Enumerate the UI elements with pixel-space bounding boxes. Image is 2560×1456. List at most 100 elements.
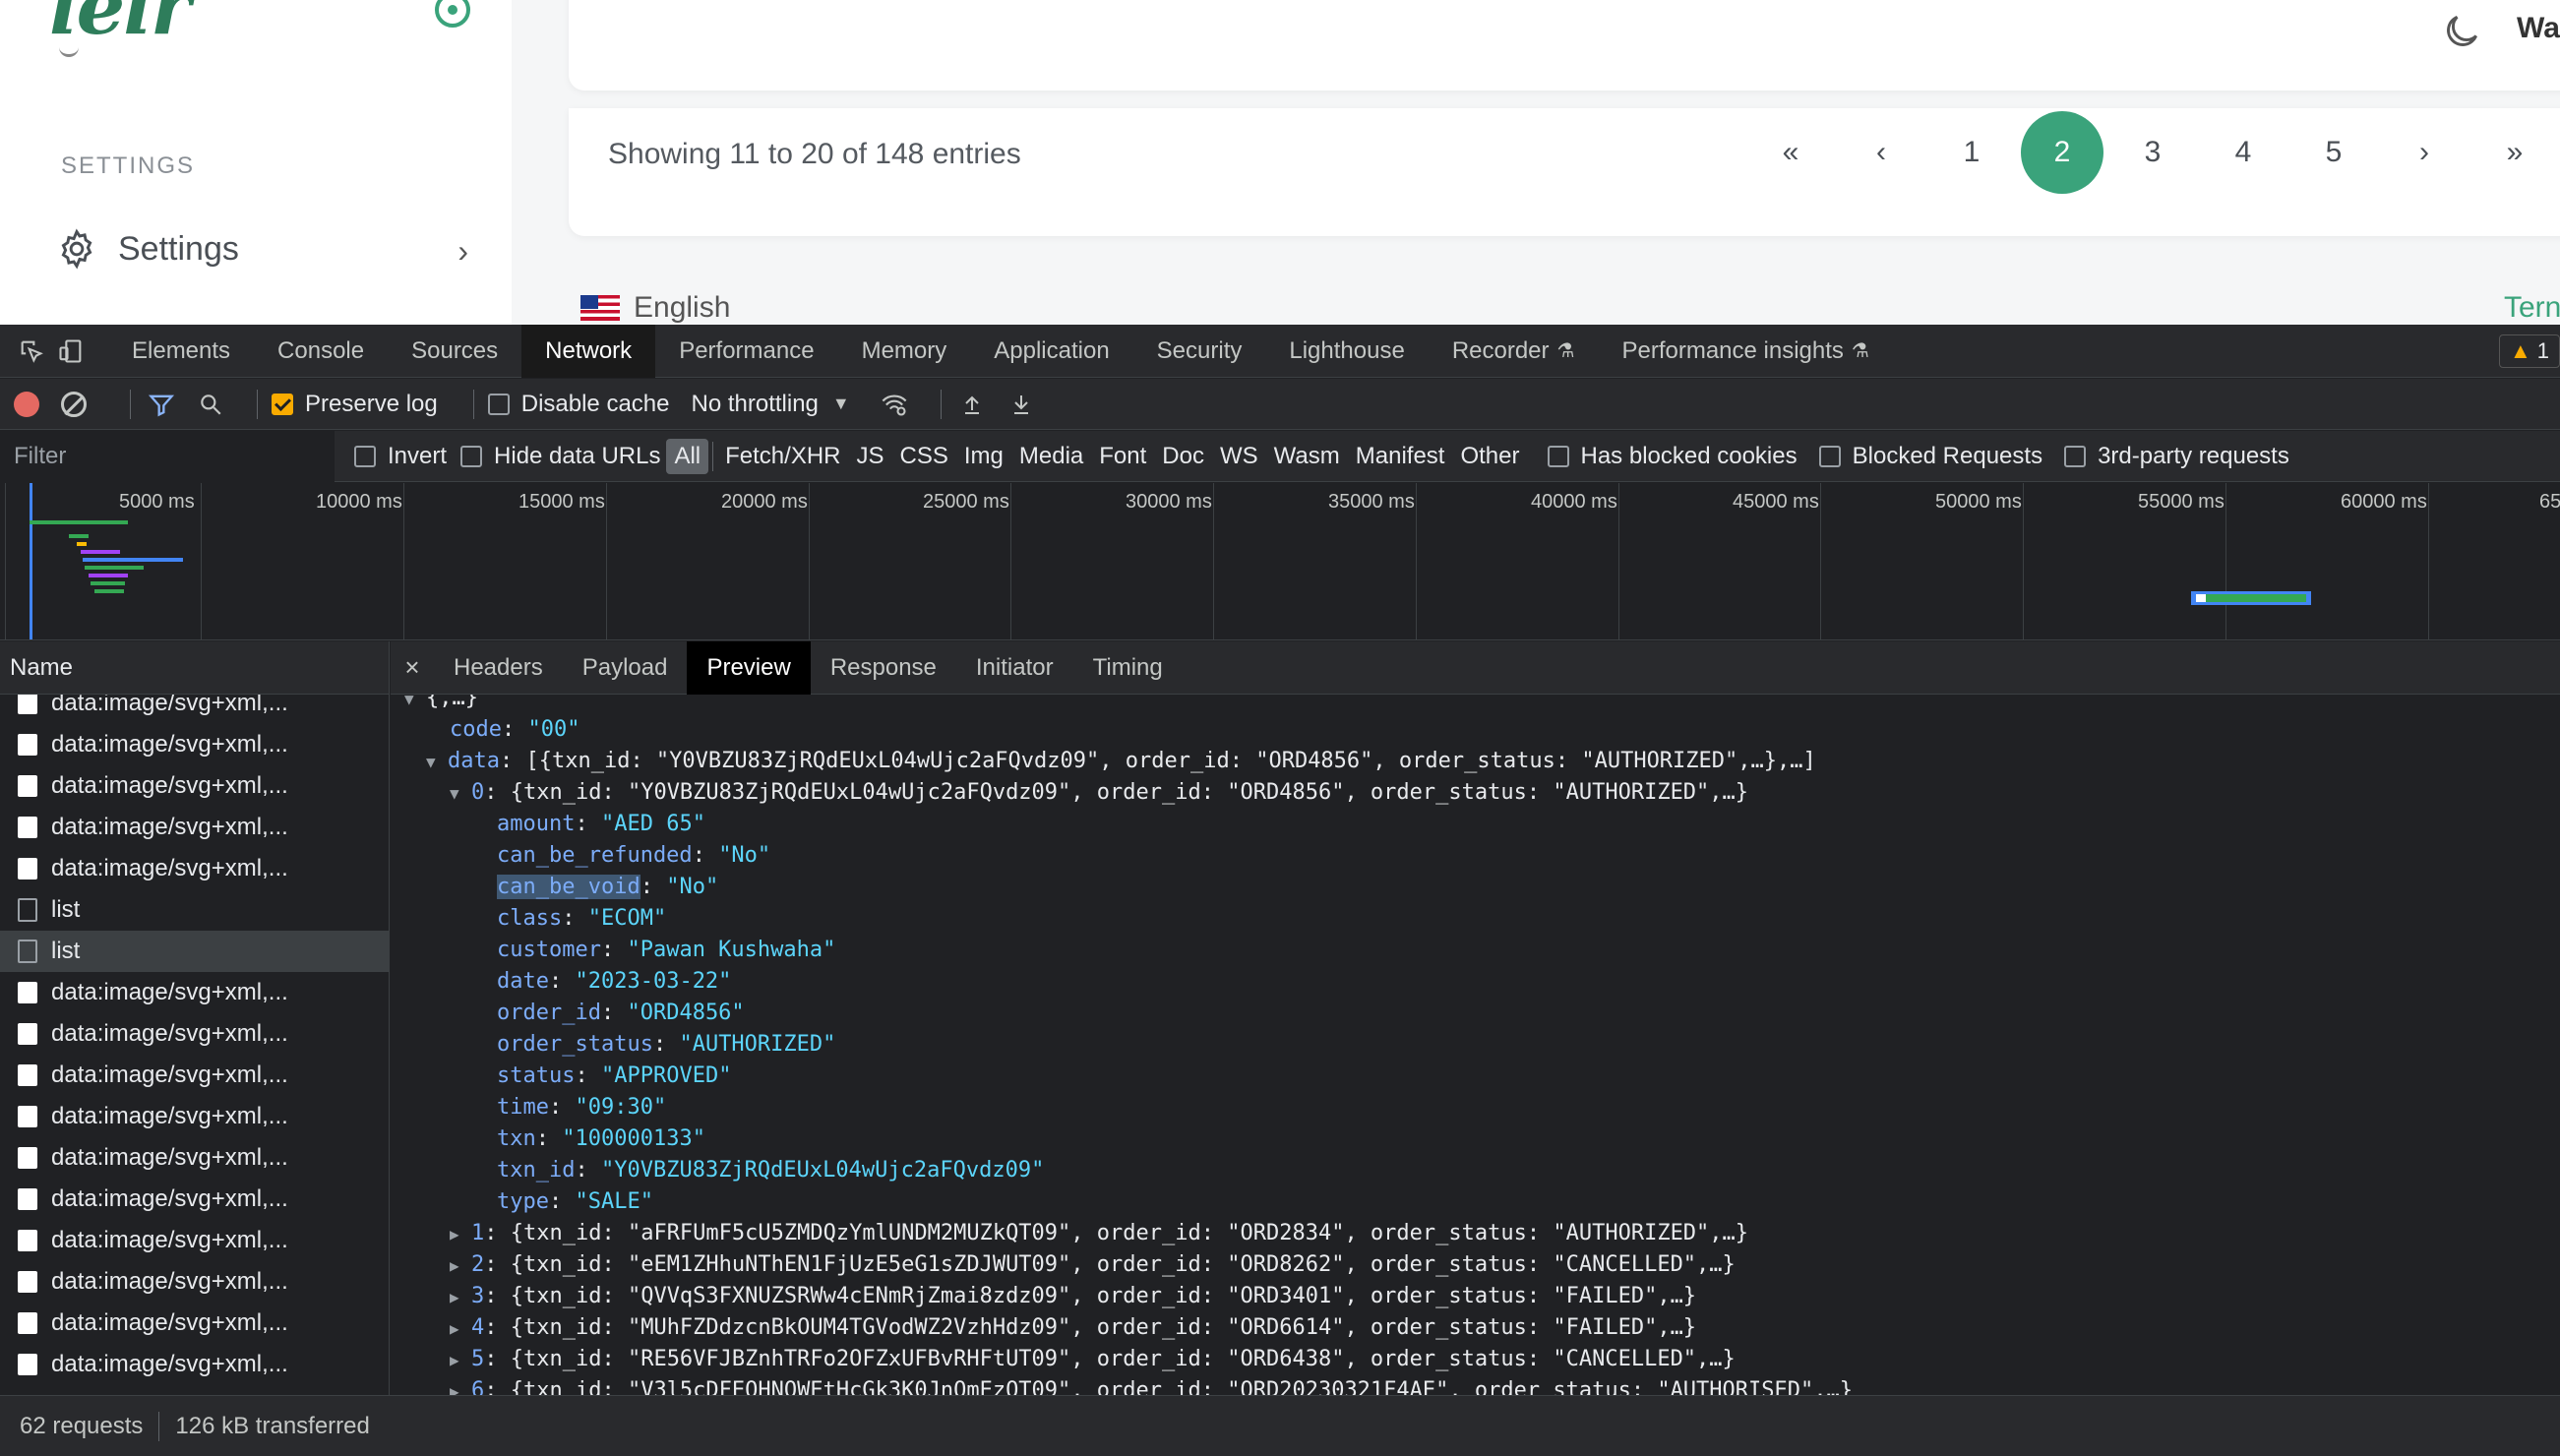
- tab-initiator[interactable]: Initiator: [956, 641, 1073, 695]
- type-filter-js[interactable]: JS: [849, 439, 892, 474]
- page-first-button[interactable]: «: [1749, 111, 1832, 194]
- type-filter-other[interactable]: Other: [1452, 439, 1527, 474]
- page-last-button[interactable]: »: [2473, 111, 2556, 194]
- hide-data-urls-checkbox[interactable]: [460, 445, 483, 467]
- type-filter-font[interactable]: Font: [1091, 439, 1154, 474]
- tab-console[interactable]: Console: [254, 325, 388, 378]
- json-row[interactable]: ▶ 1: {txn_id: "aFRFUmF5cU5ZMDQzYmlUNDM2MU…: [391, 1218, 2560, 1249]
- request-row[interactable]: data:image/svg+xml,...: [0, 807, 390, 848]
- blocked-cookies-checkbox[interactable]: [1547, 445, 1569, 467]
- request-row[interactable]: data:image/svg+xml,...: [0, 1096, 390, 1137]
- request-name: data:image/svg+xml,...: [51, 814, 288, 840]
- page-button-4[interactable]: 4: [2202, 111, 2285, 194]
- request-row[interactable]: data:image/svg+xml,...: [0, 724, 390, 765]
- filter-icon[interactable]: [145, 388, 178, 421]
- request-row[interactable]: list: [0, 931, 390, 972]
- tab-recorder[interactable]: Recorder ⚗: [1429, 325, 1599, 378]
- request-name: data:image/svg+xml,...: [51, 772, 288, 799]
- network-conditions-icon[interactable]: [878, 388, 911, 421]
- tab-payload[interactable]: Payload: [563, 641, 688, 695]
- export-har-icon[interactable]: [1005, 388, 1038, 421]
- page-button-2[interactable]: 2: [2021, 111, 2103, 194]
- request-row[interactable]: data:image/svg+xml,...: [0, 1179, 390, 1220]
- throttling-select[interactable]: No throttling: [691, 391, 818, 418]
- page-button-1[interactable]: 1: [1930, 111, 2013, 194]
- request-row[interactable]: data:image/svg+xml,...: [0, 1055, 390, 1096]
- tab-headers[interactable]: Headers: [434, 641, 563, 695]
- json-row[interactable]: ▶ 3: {txn_id: "QVVqS3FXNUZSRWw4cENmRjZmai…: [391, 1281, 2560, 1312]
- import-har-icon[interactable]: [955, 388, 989, 421]
- moon-icon[interactable]: [2440, 10, 2483, 53]
- json-root-row[interactable]: ▼ {,…}: [391, 695, 2560, 714]
- json-row[interactable]: ▼ data: [{txn_id: "Y0VBZU83ZjRQdEUxL04wUj…: [391, 746, 2560, 777]
- request-row[interactable]: data:image/svg+xml,...: [0, 1303, 390, 1344]
- tab-response[interactable]: Response: [811, 641, 956, 695]
- tab-security[interactable]: Security: [1133, 325, 1266, 378]
- request-row[interactable]: data:image/svg+xml,...: [0, 972, 390, 1013]
- json-row[interactable]: ▶ 4: {txn_id: "MUhFZDdzcnBkOUM4TGVodWZ2Vz…: [391, 1312, 2560, 1344]
- search-icon[interactable]: [194, 388, 227, 421]
- device-toolbar-icon[interactable]: [51, 332, 91, 371]
- disable-cache-checkbox[interactable]: [487, 393, 510, 415]
- blocked-requests-checkbox[interactable]: [1818, 445, 1841, 467]
- warnings-badge[interactable]: ▲ 1: [2499, 334, 2560, 368]
- page-button-3[interactable]: 3: [2111, 111, 2194, 194]
- filter-input[interactable]: [0, 430, 335, 482]
- network-overview-timeline[interactable]: 5000 ms 10000 ms 15000 ms 20000 ms 25000…: [0, 483, 2560, 640]
- tab-memory[interactable]: Memory: [838, 325, 971, 378]
- clear-icon[interactable]: [61, 391, 87, 417]
- type-filter-css[interactable]: CSS: [892, 439, 956, 474]
- sidebar-toggle-icon[interactable]: [435, 0, 470, 28]
- type-filter-fetch-xhr[interactable]: Fetch/XHR: [717, 439, 848, 474]
- tab-sources[interactable]: Sources: [388, 325, 521, 378]
- invert-checkbox[interactable]: [354, 445, 376, 467]
- sidebar-item-settings[interactable]: Settings ›: [55, 221, 468, 276]
- tab-preview[interactable]: Preview: [687, 640, 811, 695]
- tab-network[interactable]: Network: [521, 324, 656, 378]
- record-button[interactable]: [14, 391, 39, 417]
- tab-application[interactable]: Application: [970, 325, 1132, 378]
- user-name[interactable]: Wa: [2517, 12, 2560, 45]
- chevron-down-icon[interactable]: ▼: [832, 394, 850, 414]
- type-filter-wasm[interactable]: Wasm: [1266, 439, 1348, 474]
- third-party-checkbox[interactable]: [2064, 445, 2087, 467]
- terms-link[interactable]: Tern: [2504, 291, 2560, 325]
- tab-performance[interactable]: Performance: [655, 325, 837, 378]
- type-filter-media[interactable]: Media: [1011, 439, 1091, 474]
- request-row[interactable]: data:image/svg+xml,...: [0, 1137, 390, 1179]
- json-key: 4: [471, 1315, 485, 1340]
- tab-performance-insights[interactable]: Performance insights ⚗: [1598, 325, 1892, 378]
- preserve-log-checkbox[interactable]: [272, 393, 293, 415]
- request-row[interactable]: data:image/svg+xml,...: [0, 848, 390, 889]
- blocked-cookies-label: Has blocked cookies: [1580, 442, 1798, 469]
- tab-lighthouse[interactable]: Lighthouse: [1265, 325, 1428, 378]
- json-row[interactable]: ▶ 5: {txn_id: "RE56VFJBZnhTRFo2OFZxUFBvRH…: [391, 1344, 2560, 1375]
- json-row[interactable]: ▶ 6: {txn_id: "V3l5cDFEOHNOWEtHcGk3K0JnQm…: [391, 1375, 2560, 1395]
- brand-logo[interactable]: lelr: [49, 0, 191, 52]
- request-row[interactable]: data:image/svg+xml,...: [0, 695, 390, 724]
- tab-timing[interactable]: Timing: [1073, 641, 1183, 695]
- type-filter-all[interactable]: All: [666, 438, 709, 474]
- json-row[interactable]: ▼ 0: {txn_id: "Y0VBZU83ZjRQdEUxL04wUjc2aF…: [391, 777, 2560, 809]
- inspect-element-icon[interactable]: [12, 332, 51, 371]
- page-next-button[interactable]: ›: [2383, 111, 2466, 194]
- page-button-5[interactable]: 5: [2292, 111, 2375, 194]
- page-prev-button[interactable]: ‹: [1840, 111, 1922, 194]
- tab-elements[interactable]: Elements: [108, 325, 254, 378]
- request-row[interactable]: data:image/svg+xml,...: [0, 765, 390, 807]
- close-icon[interactable]: ×: [391, 652, 434, 683]
- type-filter-doc[interactable]: Doc: [1154, 439, 1212, 474]
- request-row[interactable]: data:image/svg+xml,...: [0, 1344, 390, 1383]
- json-value: "ECOM": [587, 906, 667, 931]
- json-row[interactable]: ▶ 2: {txn_id: "eEM1ZHhuNThEN1FjUzE5eG1sZD…: [391, 1249, 2560, 1281]
- request-row[interactable]: data:image/svg+xml,...: [0, 1013, 390, 1055]
- type-filter-manifest[interactable]: Manifest: [1348, 439, 1453, 474]
- request-row[interactable]: list: [0, 889, 390, 931]
- toolbar-divider: [712, 441, 714, 471]
- request-row[interactable]: data:image/svg+xml,...: [0, 1261, 390, 1303]
- language-selector[interactable]: English: [580, 291, 730, 325]
- name-column-header[interactable]: Name: [0, 641, 389, 695]
- type-filter-ws[interactable]: WS: [1212, 439, 1266, 474]
- request-row[interactable]: data:image/svg+xml,...: [0, 1220, 390, 1261]
- type-filter-img[interactable]: Img: [956, 439, 1011, 474]
